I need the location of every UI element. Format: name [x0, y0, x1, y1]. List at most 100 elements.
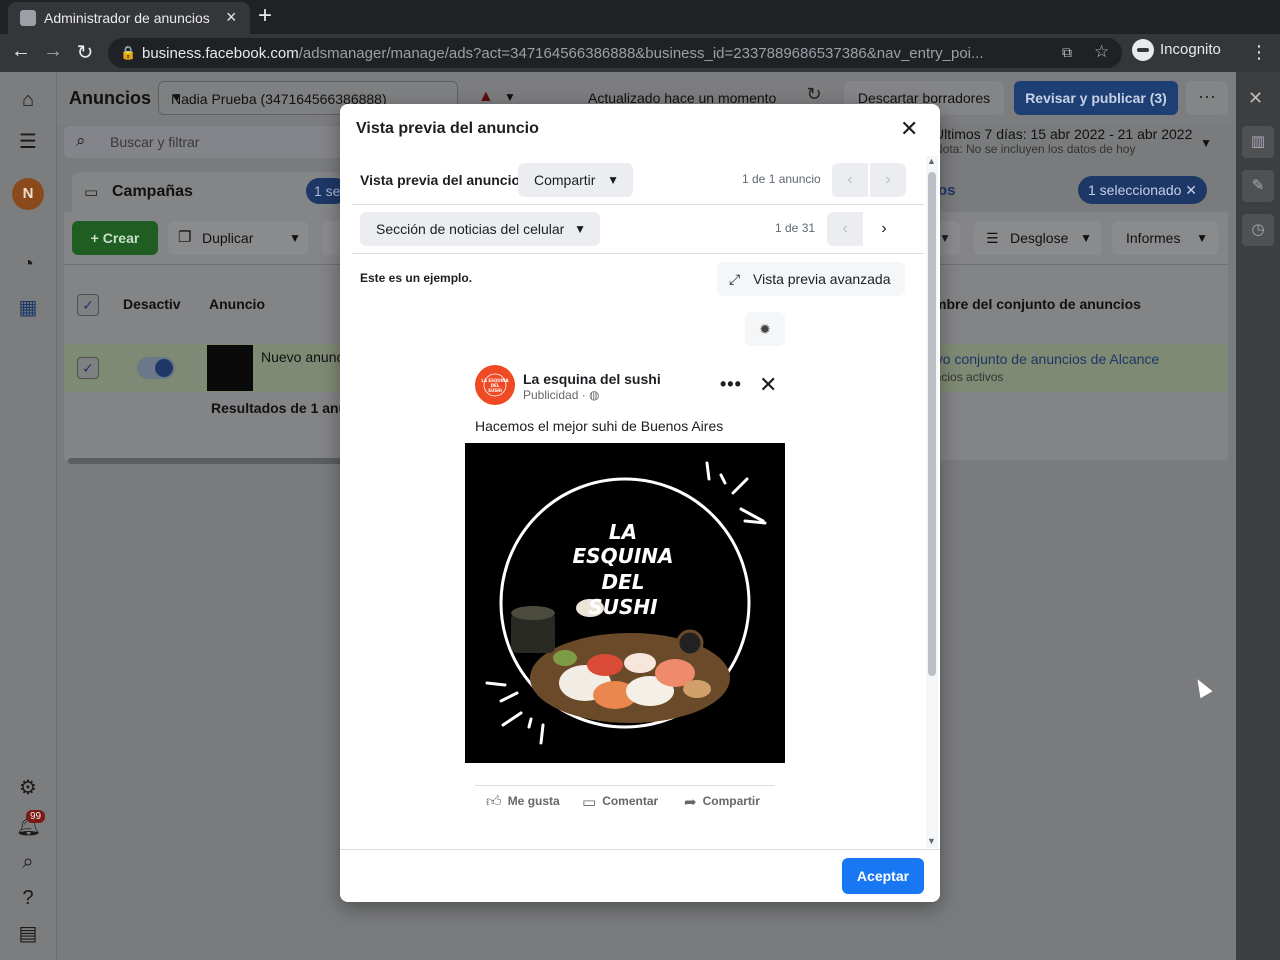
- incognito-indicator[interactable]: Incognito: [1132, 39, 1221, 67]
- scrollbar-thumb[interactable]: [928, 172, 936, 676]
- menu-icon[interactable]: ☰: [16, 130, 40, 154]
- divider: [352, 253, 924, 254]
- report-icon[interactable]: ▤: [16, 922, 40, 946]
- home-icon[interactable]: ⌂: [16, 88, 40, 112]
- advanced-preview-label: Vista previa avanzada: [753, 271, 891, 287]
- selected-pill-ads[interactable]: 1 seleccionado ✕: [1078, 176, 1208, 204]
- scroll-down-icon[interactable]: ▼: [927, 836, 936, 846]
- ad-counter: 1 de 1 anuncio: [742, 172, 821, 186]
- more-options-icon[interactable]: ···: [1186, 81, 1228, 115]
- chevron-down-icon: ▼: [171, 90, 183, 104]
- placement-select[interactable]: Sección de noticias del celular ▼: [360, 212, 600, 246]
- share-label: Compartir: [702, 794, 760, 809]
- chevron-down-icon: ▼: [574, 222, 586, 236]
- breakdown-button[interactable]: ☰ Desglose ▼: [974, 221, 1102, 255]
- chevron-down-icon[interactable]: ▼: [280, 221, 310, 255]
- image-text-line: SUSHI: [588, 595, 658, 619]
- share-option-select[interactable]: Compartir ▼: [518, 163, 633, 197]
- reports-label: Informes: [1126, 230, 1181, 246]
- pencil-icon[interactable]: ✎: [1242, 170, 1274, 202]
- bookmark-star-icon[interactable]: ☆: [1094, 42, 1109, 62]
- chevron-down-icon: ▼: [1080, 231, 1092, 245]
- date-range-label: Últimos 7 días: 15 abr 2022 - 21 abr 202…: [934, 126, 1193, 142]
- new-tab-icon[interactable]: +: [258, 2, 272, 30]
- url-host: business.facebook.com: [142, 45, 299, 62]
- ads-manager-icon[interactable]: ▦: [16, 296, 40, 320]
- next-placement-button[interactable]: ›: [866, 212, 902, 246]
- avatar[interactable]: N: [12, 178, 44, 210]
- example-note: Este es un ejemplo.: [360, 271, 473, 285]
- forward-icon[interactable]: →: [40, 40, 66, 63]
- chevron-down-icon: ▼: [607, 173, 619, 187]
- scroll-up-icon[interactable]: ▲: [927, 156, 936, 166]
- ad-name[interactable]: Nuevo anunc: [261, 349, 344, 365]
- thumbs-up-icon: 👍︎: [486, 793, 502, 810]
- review-publish-button[interactable]: Revisar y publicar (3): [1014, 81, 1178, 115]
- back-icon[interactable]: ←: [8, 40, 34, 63]
- column-header-adset[interactable]: mbre del conjunto de anuncios: [934, 296, 1141, 312]
- create-button[interactable]: + Crear: [72, 221, 158, 255]
- duplicate-label: Duplicar: [202, 230, 254, 246]
- omnibox[interactable]: 🔒 business.facebook.com/adsmanager/manag…: [108, 38, 1122, 68]
- close-icon[interactable]: ✕: [900, 118, 918, 140]
- search-input[interactable]: ⌕ Buscar y filtrar: [64, 126, 364, 158]
- url-path: /adsmanager/manage/ads?act=3471645663868…: [298, 45, 984, 62]
- divider: [340, 849, 940, 850]
- tab-ads-label[interactable]: os: [938, 182, 956, 199]
- image-text-line: DEL: [601, 570, 644, 594]
- sponsored-label: Publicidad ·: [523, 388, 590, 402]
- prev-ad-button[interactable]: ‹: [832, 163, 868, 197]
- prev-placement-button[interactable]: ‹: [827, 212, 863, 246]
- tab-close-icon[interactable]: ×: [226, 7, 237, 28]
- chart-icon[interactable]: ▥: [1242, 126, 1274, 158]
- advanced-preview-button[interactable]: ⤢ Vista previa avanzada: [717, 262, 905, 296]
- ad-active-toggle[interactable]: [137, 357, 175, 379]
- incognito-label: Incognito: [1160, 40, 1221, 58]
- like-button[interactable]: 👍︎ Me gusta: [486, 793, 560, 811]
- lock-icon: 🔒: [120, 45, 137, 60]
- breakdown-icon: ☰: [986, 230, 999, 246]
- settings-icon[interactable]: ⚙: [16, 776, 40, 800]
- dashboard-icon[interactable]: ◔: [16, 252, 40, 276]
- tab-title: Administrador de anuncios: [44, 10, 210, 26]
- divider: [475, 785, 775, 786]
- reload-icon[interactable]: ↻: [72, 40, 98, 65]
- column-header-ad[interactable]: Anuncio: [209, 296, 265, 312]
- tab-favicon-icon: [20, 10, 36, 26]
- right-side-panel: [1236, 72, 1280, 960]
- translate-icon[interactable]: ⧉: [1062, 44, 1072, 61]
- close-icon[interactable]: ✕: [1185, 182, 1197, 198]
- help-icon[interactable]: ?: [16, 886, 40, 910]
- horizontal-scrollbar[interactable]: [68, 458, 348, 464]
- close-icon[interactable]: ✕: [1248, 88, 1263, 109]
- browser-menu-icon[interactable]: ⋮: [1250, 42, 1268, 63]
- accept-button[interactable]: Aceptar: [842, 858, 924, 894]
- ad-thumbnail: [207, 345, 253, 391]
- search-placeholder: Buscar y filtrar: [110, 134, 200, 150]
- page-logo: LA ESQUINA DEL SUSHI: [475, 365, 515, 405]
- search-icon[interactable]: ⌕: [16, 850, 40, 874]
- post-more-icon[interactable]: •••: [720, 374, 742, 395]
- adset-link[interactable]: evo conjunto de anuncios de Alcance: [928, 351, 1159, 367]
- edit-button[interactable]: [322, 221, 342, 255]
- tab-campaigns-label: Campañas: [112, 183, 193, 200]
- post-page-name[interactable]: La esquina del sushi: [523, 371, 661, 387]
- tab-campaigns[interactable]: ▭ Campañas: [72, 172, 342, 212]
- date-range-picker[interactable]: Últimos 7 días: 15 abr 2022 - 21 abr 202…: [934, 126, 1224, 162]
- history-icon[interactable]: ◷: [1242, 214, 1274, 246]
- comment-button[interactable]: ▭ Comentar: [582, 793, 658, 811]
- image-text-line: ESQUINA: [573, 544, 674, 568]
- row-checkbox[interactable]: ✓: [77, 357, 99, 379]
- chevron-down-icon[interactable]: ▼: [504, 90, 516, 104]
- share-button[interactable]: ➦ Compartir: [684, 793, 760, 811]
- column-header-deactivate[interactable]: Desactiv: [123, 296, 181, 312]
- next-ad-button[interactable]: ›: [870, 163, 906, 197]
- breakdown-label: Desglose: [1010, 230, 1069, 246]
- browser-tab[interactable]: Administrador de anuncios ×: [8, 2, 250, 34]
- post-hide-icon[interactable]: ✕: [759, 372, 777, 398]
- reports-button[interactable]: Informes ▼: [1112, 221, 1218, 255]
- select-all-checkbox[interactable]: ✓: [77, 294, 99, 316]
- divider: [352, 204, 924, 205]
- bug-report-icon[interactable]: ✹: [745, 312, 785, 346]
- post-text: Hacemos el mejor suhi de Buenos Aires: [475, 418, 724, 434]
